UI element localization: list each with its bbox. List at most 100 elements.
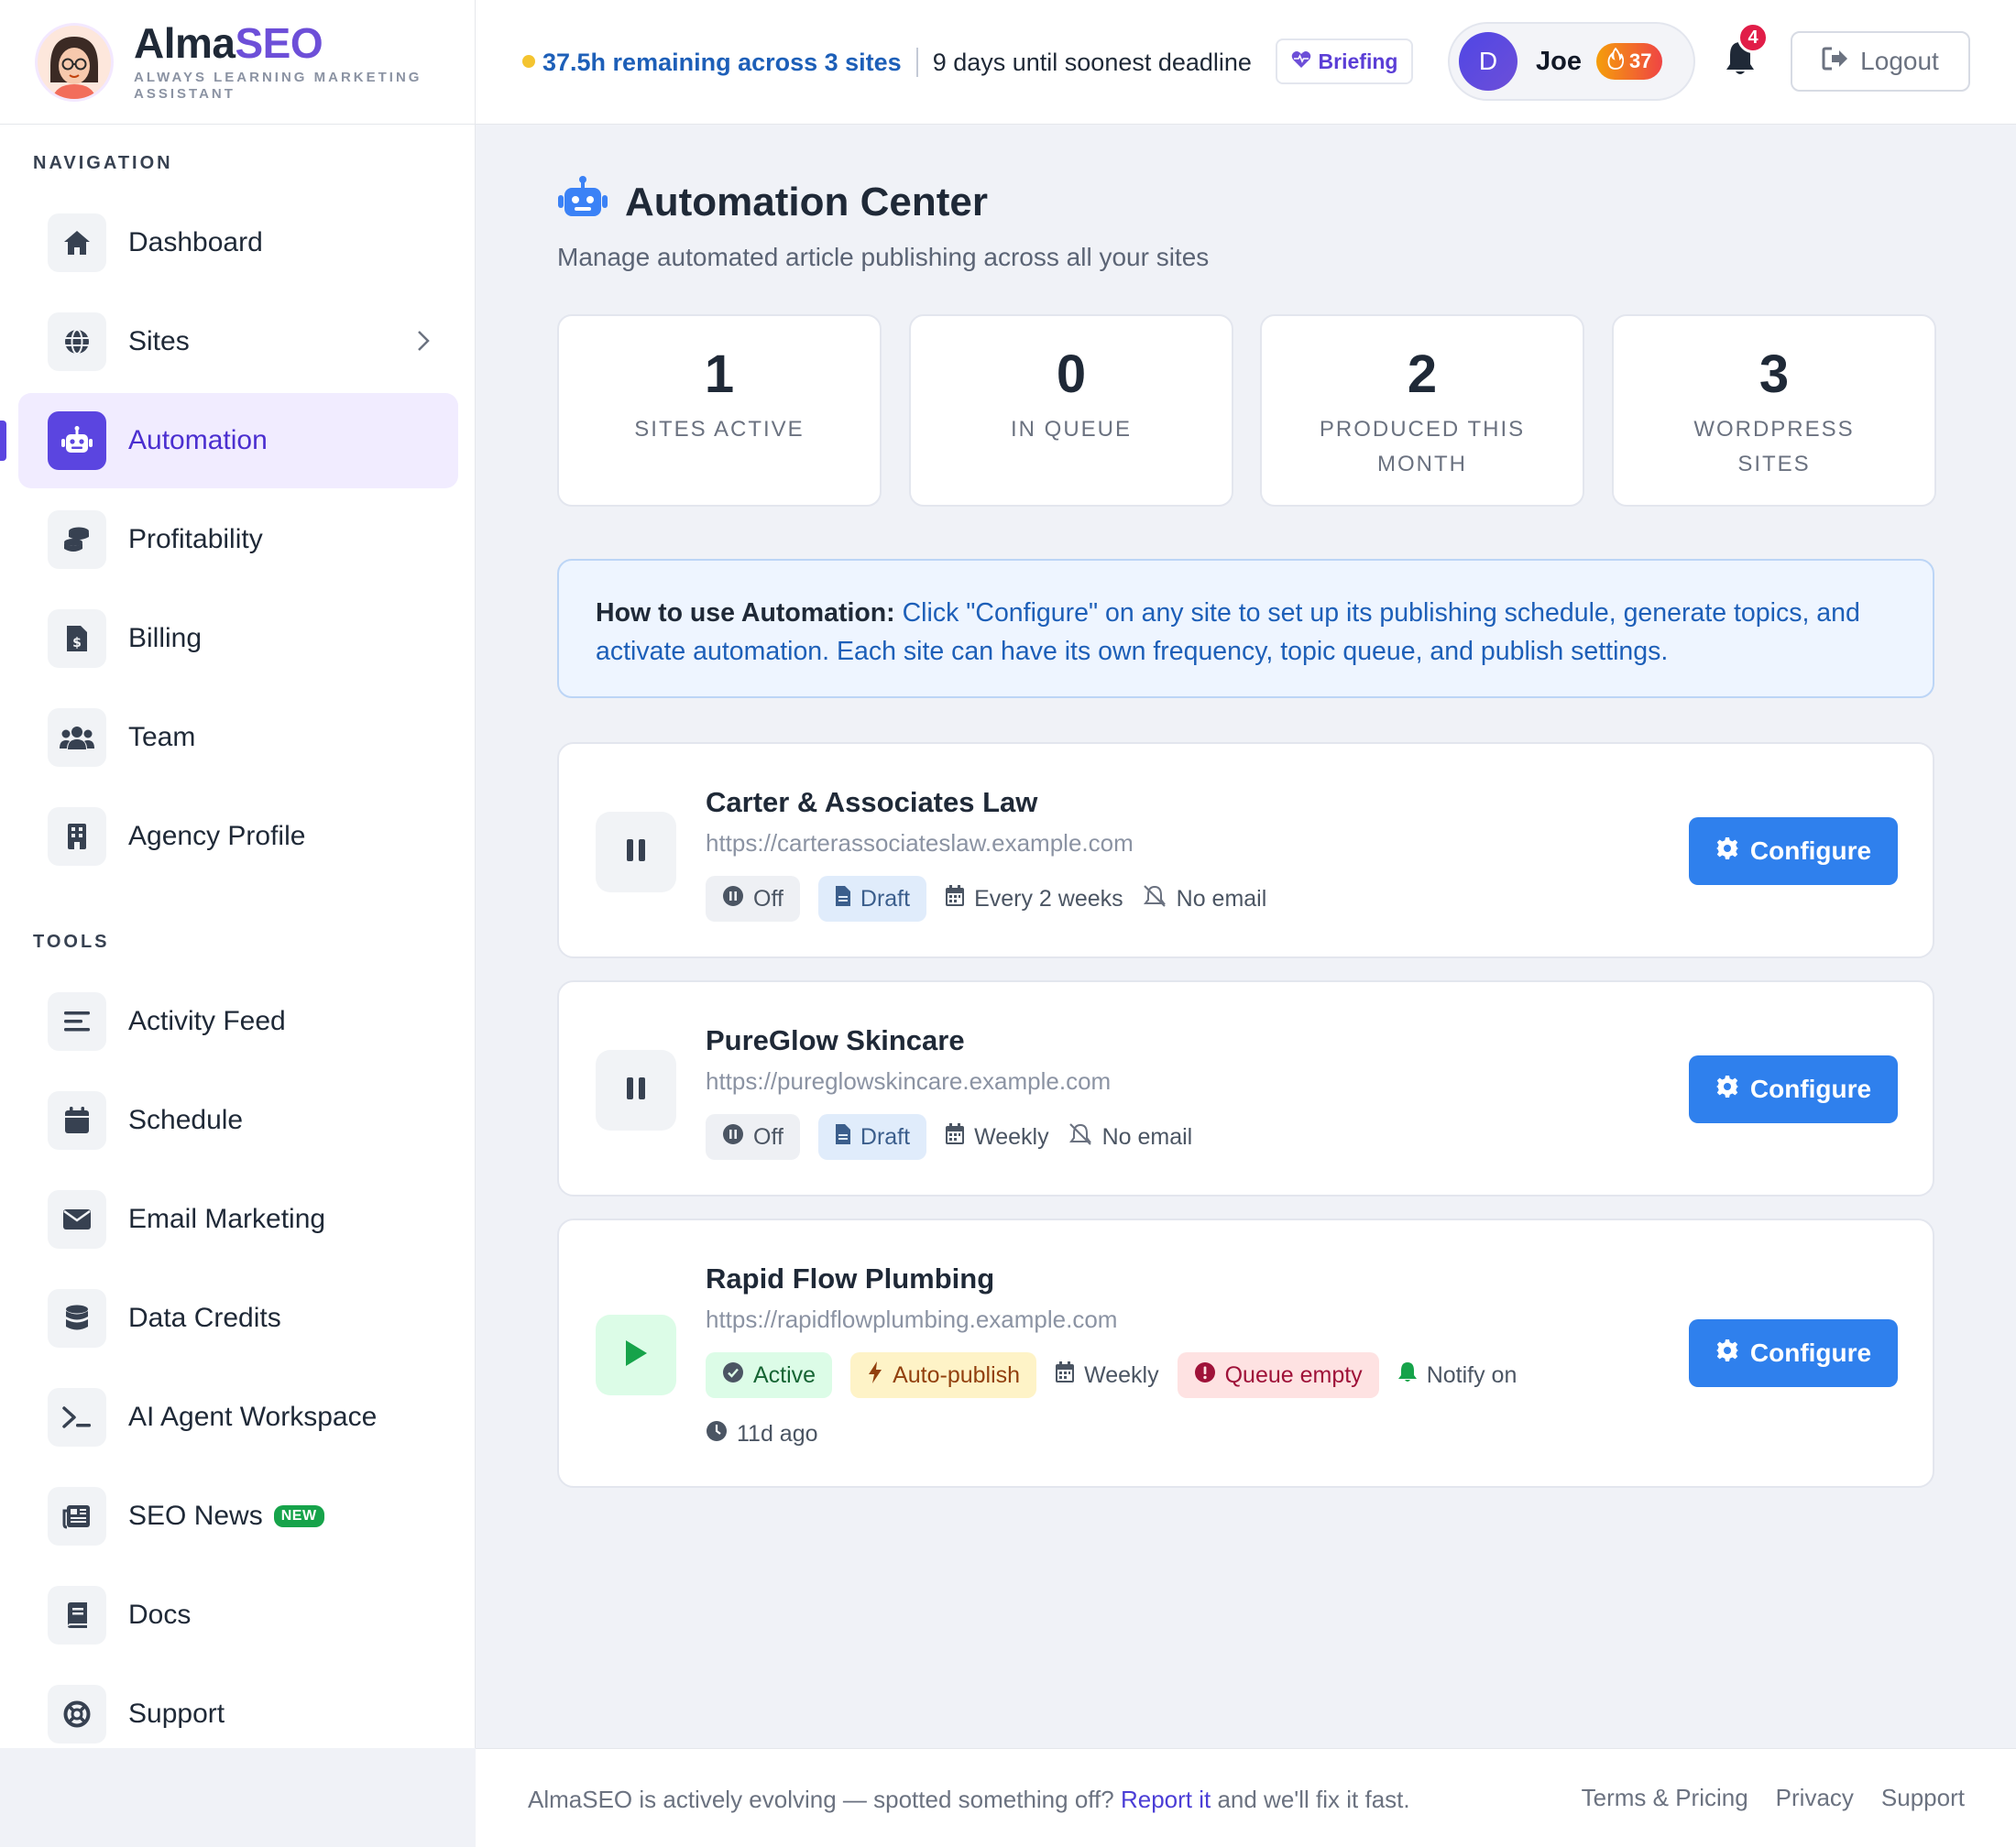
- page-title-text: Automation Center: [625, 179, 988, 224]
- sidebar-item-label: Support: [128, 1699, 225, 1729]
- pause-toggle-button[interactable]: [596, 812, 676, 892]
- sidebar-item-docs[interactable]: Docs: [18, 1568, 458, 1663]
- sidebar-item-sites[interactable]: Sites: [18, 294, 458, 389]
- logout-button[interactable]: Logout: [1791, 31, 1970, 92]
- pause-toggle-button[interactable]: [596, 1050, 676, 1131]
- brand-name: AlmaSEO: [134, 18, 323, 67]
- sidebar-item-data-credits[interactable]: Data Credits: [18, 1271, 458, 1366]
- stat-card-produced-this-month: 2 PRODUCED THIS MONTH: [1260, 314, 1584, 507]
- sidebar-item-schedule[interactable]: Schedule: [18, 1073, 458, 1168]
- sidebar-item-label: Billing: [128, 623, 203, 653]
- workload-ticker[interactable]: 37.5h remaining across 3 sites 9 days un…: [542, 44, 1252, 81]
- sidebar-item-label: Sites: [128, 326, 190, 356]
- brand-avatar: [35, 22, 114, 102]
- sidebar-item-label: Agency Profile: [128, 821, 306, 851]
- sidebar-item-ai-agent-workspace[interactable]: AI Agent Workspace: [18, 1370, 458, 1465]
- user-menu[interactable]: D Joe 37: [1448, 22, 1695, 101]
- queue-badge: Queue empty: [1177, 1352, 1379, 1398]
- sidebar-item-automation[interactable]: Automation: [0, 393, 458, 488]
- file-icon: [835, 1123, 851, 1152]
- sidebar-item-label: Team: [128, 722, 196, 752]
- site-url[interactable]: https://pureglowskincare.example.com: [706, 1067, 1111, 1096]
- stat-label: PRODUCED THIS MONTH: [1319, 417, 1526, 476]
- chevron-right-icon[interactable]: [416, 329, 431, 357]
- help-lead: How to use Automation:: [596, 598, 895, 628]
- heart-pulse-icon: [1291, 49, 1311, 74]
- brand-tagline: ALWAYS LEARNING MARKETING ASSISTANT: [134, 69, 422, 102]
- pause-circle-icon: [722, 1123, 744, 1152]
- sidebar-item-agency-profile[interactable]: Agency Profile: [18, 789, 458, 884]
- status-badge: Off: [706, 876, 800, 922]
- book-icon: [48, 1586, 106, 1645]
- site-name: Rapid Flow Plumbing: [706, 1262, 995, 1295]
- pause-icon: [625, 1076, 647, 1106]
- configure-label: Configure: [1749, 1075, 1872, 1103]
- mode-badge: Draft: [817, 1114, 927, 1160]
- deadline-text: 9 days until soonest deadline: [932, 48, 1252, 76]
- sidebar-item-label: Automation: [128, 425, 268, 455]
- site-tags: Off Draft Weekly No email: [706, 1114, 1192, 1160]
- mode-badge: Auto-publish: [850, 1352, 1037, 1398]
- site-url[interactable]: https://rapidflowplumbing.example.com: [706, 1306, 1117, 1334]
- sidebar-item-label: Profitability: [128, 524, 263, 554]
- building-icon: [48, 807, 106, 866]
- file-icon: [835, 885, 851, 913]
- calendar-icon: [1055, 1361, 1075, 1390]
- page-title: Automation Center: [557, 176, 1209, 228]
- site-name: PureGlow Skincare: [706, 1024, 965, 1056]
- flame-icon: [1607, 47, 1625, 75]
- status-dot: [522, 55, 535, 68]
- site-tags: Active Auto-publish Weekly Queue empty N…: [706, 1352, 1517, 1398]
- configure-button[interactable]: Configure: [1689, 1319, 1898, 1387]
- bell-slash-icon: [1068, 1122, 1093, 1152]
- mode-label: Draft: [860, 1123, 911, 1150]
- stat-label: SITES ACTIVE: [634, 417, 805, 442]
- play-icon: [623, 1339, 649, 1372]
- sidebar-item-email-marketing[interactable]: Email Marketing: [18, 1172, 458, 1267]
- email-meta: Notify on: [1397, 1361, 1517, 1390]
- sidebar-item-label: Data Credits: [128, 1303, 281, 1333]
- sidebar-item-profitability[interactable]: Profitability: [18, 492, 458, 587]
- configure-label: Configure: [1749, 836, 1872, 865]
- frequency-label: Weekly: [1084, 1361, 1159, 1388]
- frequency-label: Weekly: [974, 1123, 1049, 1150]
- bell-slash-icon: [1142, 884, 1167, 913]
- site-tags: Off Draft Every 2 weeks No email: [706, 876, 1266, 922]
- email-label: No email: [1101, 1123, 1193, 1150]
- briefing-button[interactable]: Briefing: [1276, 38, 1413, 84]
- footer-link-terms[interactable]: Terms & Pricing: [1582, 1784, 1748, 1812]
- report-link[interactable]: Report it: [1121, 1786, 1211, 1813]
- stat-card-wordpress-sites: 3 WORDPRESS SITES: [1612, 314, 1936, 507]
- footer-link-privacy[interactable]: Privacy: [1776, 1784, 1854, 1812]
- calendar-icon: [48, 1091, 106, 1150]
- page-subtitle: Manage automated article publishing acro…: [557, 243, 1210, 271]
- streak-count: 37: [1628, 49, 1652, 72]
- newspaper-icon: [48, 1487, 106, 1546]
- status-label: Active: [753, 1361, 816, 1388]
- site-url[interactable]: https://carterassociateslaw.example.com: [706, 829, 1134, 858]
- brand-header[interactable]: AlmaSEO ALWAYS LEARNING MARKETING ASSIST…: [0, 0, 475, 125]
- sidebar-item-label: Dashboard: [128, 227, 263, 257]
- sidebar-item-dashboard[interactable]: Dashboard: [18, 195, 458, 290]
- play-toggle-button[interactable]: [596, 1315, 676, 1395]
- site-name: Carter & Associates Law: [706, 786, 1038, 818]
- sidebar-footer-spacer: [0, 1748, 476, 1847]
- streak-badge: 37: [1595, 43, 1663, 80]
- configure-button[interactable]: Configure: [1689, 817, 1898, 885]
- globe-icon: [48, 312, 106, 371]
- pause-circle-icon: [722, 885, 744, 913]
- status-label: Off: [753, 1123, 783, 1150]
- envelope-icon: [48, 1190, 106, 1249]
- gear-icon: [1715, 1075, 1739, 1105]
- sidebar-item-label: SEO News: [128, 1501, 263, 1531]
- footer-link-support[interactable]: Support: [1881, 1784, 1965, 1812]
- notification-count[interactable]: 4: [1737, 22, 1769, 53]
- configure-button[interactable]: Configure: [1689, 1055, 1898, 1123]
- email-meta: No email: [1142, 884, 1266, 913]
- sidebar-item-activity-feed[interactable]: Activity Feed: [18, 974, 458, 1069]
- bolt-icon: [867, 1361, 883, 1391]
- sidebar-item-seo-news[interactable]: SEO News NEW: [18, 1469, 458, 1564]
- sidebar-item-billing[interactable]: $ Billing: [18, 591, 458, 686]
- email-label: Notify on: [1426, 1361, 1517, 1388]
- sidebar-item-team[interactable]: Team: [18, 690, 458, 785]
